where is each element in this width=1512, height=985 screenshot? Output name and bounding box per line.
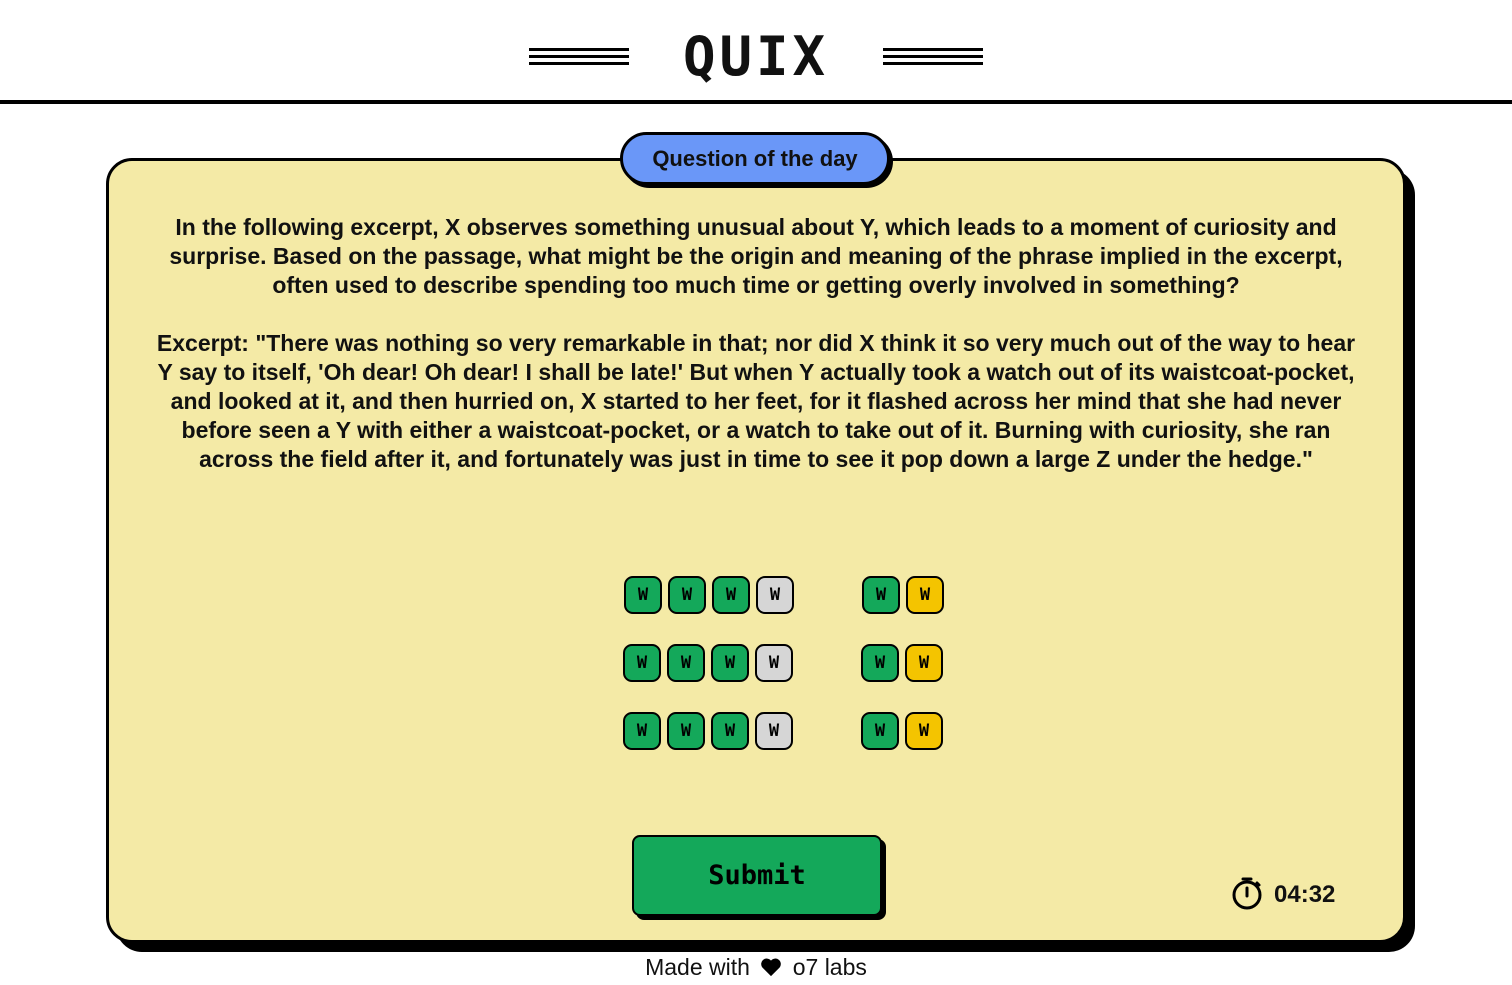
- letter-tile[interactable]: W: [711, 644, 749, 682]
- heart-icon: [760, 953, 782, 985]
- letter-tile[interactable]: W: [906, 576, 944, 614]
- submit-button[interactable]: Submit: [632, 835, 882, 916]
- letter-tile[interactable]: W: [712, 576, 750, 614]
- answer-row-2-word-1: W W W W: [623, 644, 793, 682]
- letter-tile[interactable]: W: [756, 576, 794, 614]
- stopwatch-icon: [1230, 876, 1264, 915]
- question-text-block: In the following excerpt, X observes som…: [150, 213, 1362, 503]
- letter-tile[interactable]: W: [667, 712, 705, 750]
- letter-tile[interactable]: W: [755, 644, 793, 682]
- letter-tile[interactable]: W: [624, 576, 662, 614]
- letter-tile[interactable]: W: [711, 712, 749, 750]
- answer-row-3-word-2: W W: [861, 712, 943, 750]
- letter-tile[interactable]: W: [623, 644, 661, 682]
- excerpt-text: Excerpt: "There was nothing so very rema…: [156, 330, 1356, 472]
- app-header: QUIX: [0, 0, 1512, 104]
- header-decoration-right: [883, 48, 983, 69]
- letter-tile[interactable]: W: [861, 712, 899, 750]
- letter-tile[interactable]: W: [905, 712, 943, 750]
- letter-tile[interactable]: W: [668, 576, 706, 614]
- timer-value: 04:32: [1274, 881, 1336, 908]
- question-text: In the following excerpt, X observes som…: [169, 214, 1343, 298]
- letter-tile[interactable]: W: [905, 644, 943, 682]
- footer-brand-link[interactable]: o7 labs: [793, 954, 867, 980]
- header-decoration-left: [529, 48, 629, 69]
- letter-tile[interactable]: W: [667, 644, 705, 682]
- footer-prefix: Made with: [645, 954, 750, 980]
- letter-tile[interactable]: W: [861, 644, 899, 682]
- answer-row-2-word-2: W W: [861, 644, 943, 682]
- letter-tile[interactable]: W: [623, 712, 661, 750]
- letter-tile[interactable]: W: [755, 712, 793, 750]
- question-of-the-day-badge: Question of the day: [620, 132, 890, 185]
- answer-row-1-word-1: W W W W: [624, 576, 794, 614]
- footer: Made with o7 labs: [0, 951, 1512, 985]
- app-logo: QUIX: [682, 25, 830, 88]
- answer-row-1-word-2: W W: [862, 576, 944, 614]
- answer-row-3-word-1: W W W W: [623, 712, 793, 750]
- letter-tile[interactable]: W: [862, 576, 900, 614]
- countdown-timer: 04:32: [1230, 877, 1335, 913]
